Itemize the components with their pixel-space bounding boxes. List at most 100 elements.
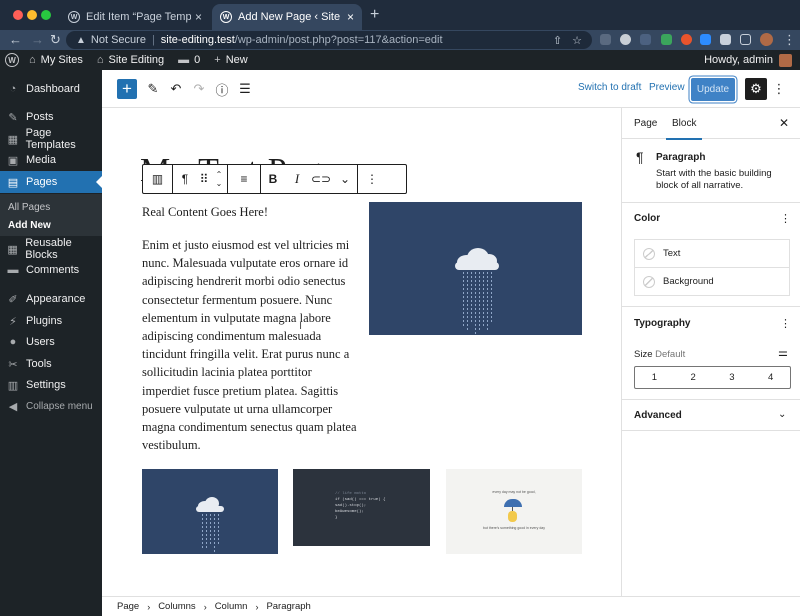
extension-icon[interactable]	[600, 34, 611, 45]
tab-close-icon[interactable]: ×	[347, 10, 354, 24]
undo-button[interactable]: ↶	[166, 79, 186, 99]
gallery-image-rain-cloud[interactable]	[142, 469, 278, 554]
block-name: Paragraph	[656, 152, 706, 163]
browser-profile-avatar[interactable]	[760, 33, 773, 46]
align-button[interactable]: ≡	[228, 165, 260, 193]
reload-icon[interactable]: ↻	[50, 32, 61, 48]
sidebar-item-comments[interactable]: ▬ Comments	[0, 259, 102, 281]
color-text-option[interactable]: Text	[634, 239, 790, 268]
settings-button[interactable]: ⚙	[745, 78, 767, 100]
sidebar-item-tools[interactable]: ✂ Tools	[0, 353, 102, 375]
share-icon[interactable]: ⇧	[553, 34, 562, 47]
close-settings-icon[interactable]: ✕	[779, 116, 789, 130]
browser-menu-icon[interactable]: ⋮	[783, 32, 796, 48]
color-background-option[interactable]: Background	[634, 267, 790, 296]
zoom-window-button[interactable]	[41, 10, 51, 20]
sidebar-item-reusable-blocks[interactable]: ▦ Reusable Blocks	[0, 237, 102, 261]
tab-close-icon[interactable]: ×	[195, 10, 202, 24]
sidebar-item-plugins[interactable]: ⚡ Plugins	[0, 310, 102, 332]
font-size-option[interactable]: 4	[751, 367, 790, 388]
redo-button[interactable]: ↷	[189, 79, 209, 99]
link-button[interactable]: ⊂⊃	[309, 165, 333, 193]
paragraph-block-selected[interactable]: Enim et justo eiusmod est vel ultricies …	[142, 236, 362, 454]
more-formats-button[interactable]: ⌄	[333, 165, 357, 193]
collapse-menu-button[interactable]: ◀ Collapse menu	[0, 395, 102, 417]
submenu-add-new[interactable]: Add New	[8, 220, 51, 231]
gallery-image-code-motto[interactable]: // life motto if (sad() === true) { sad(…	[293, 469, 430, 546]
update-button[interactable]: Update	[691, 78, 735, 101]
new-content-link[interactable]: + New	[214, 54, 247, 66]
info-icon: ⓘ	[215, 82, 229, 98]
drag-handle[interactable]: ⠿	[197, 165, 211, 193]
move-up-icon[interactable]: ⌃	[216, 170, 223, 179]
sidebar-item-users[interactable]: ● Users	[0, 331, 102, 353]
block-type-button[interactable]: ¶	[173, 165, 197, 193]
tab-title: Add New Page ‹ Site Editing —	[238, 11, 343, 23]
list-view-button[interactable]: ☰	[235, 79, 255, 99]
minimize-window-button[interactable]	[27, 10, 37, 20]
sidebar-item-settings[interactable]: ▥ Settings	[0, 374, 102, 396]
sites-icon: ⌂	[29, 54, 36, 66]
extension-icon[interactable]	[620, 34, 631, 45]
sidebar-item-dashboard[interactable]: ◔ Dashboard	[0, 78, 102, 100]
back-arrow-icon[interactable]: ←	[9, 32, 22, 47]
block-options-button[interactable]: ⋮	[358, 165, 386, 193]
comments-link[interactable]: ▬ 0	[178, 54, 200, 66]
browser-tab-add-new-page[interactable]: W Add New Page ‹ Site Editing — ×	[212, 4, 362, 30]
font-size-option[interactable]: 2	[674, 367, 713, 388]
sidebar-item-posts[interactable]: ✎ Posts	[0, 106, 102, 128]
pin-icon: ✎	[8, 111, 18, 124]
advanced-panel[interactable]: Advanced	[622, 400, 800, 431]
color-options-icon[interactable]: ⋮	[780, 212, 791, 225]
move-down-icon[interactable]: ⌄	[216, 179, 223, 188]
bookmark-star-icon[interactable]: ☆	[572, 34, 582, 47]
select-parent-button[interactable]: ▥	[143, 165, 172, 193]
address-bar[interactable]: ▲ Not Secure | site-editing.test /wp-adm…	[66, 31, 592, 49]
account-menu[interactable]: Howdy, admin	[704, 53, 792, 67]
browser-tab-edit-item[interactable]: W Edit Item “Page Template 1” ‹ Si ×	[60, 4, 210, 30]
paragraph-block[interactable]: Real Content Goes Here!	[142, 205, 268, 220]
preview-button[interactable]: Preview	[649, 82, 685, 93]
image-block-rain-cloud[interactable]	[369, 202, 582, 335]
sidebar-item-page-templates[interactable]: ▦ Page Templates	[0, 127, 102, 151]
site-name-link[interactable]: ⌂ Site Editing	[97, 54, 164, 66]
submenu-all-pages[interactable]: All Pages	[8, 202, 50, 213]
italic-button[interactable]: I	[285, 165, 309, 193]
wordpress-logo-icon[interactable]: W	[5, 53, 19, 67]
sidebar-toggle-icon[interactable]	[740, 34, 751, 45]
bold-button[interactable]: B	[261, 165, 285, 193]
custom-size-toggle-icon[interactable]: ⚌	[778, 346, 788, 359]
font-size-option[interactable]: 1	[635, 367, 674, 388]
puzzle-icon[interactable]	[720, 34, 731, 45]
gallery-image-umbrella[interactable]: every day may not be good, but there's s…	[446, 469, 582, 554]
details-button[interactable]: ⓘ	[212, 79, 232, 99]
close-window-button[interactable]	[13, 10, 23, 20]
sidebar-item-media[interactable]: ▣ Media	[0, 149, 102, 171]
chevron-down-icon[interactable]: ⌄	[778, 409, 786, 420]
extension-icon[interactable]	[681, 34, 692, 45]
sidebar-item-appearance[interactable]: ✐ Appearance	[0, 288, 102, 310]
columns-icon: ▥	[151, 172, 164, 186]
font-size-option[interactable]: 3	[713, 367, 752, 388]
character-icon	[508, 511, 517, 522]
forward-arrow-icon[interactable]: →	[31, 32, 44, 47]
my-sites-link[interactable]: ⌂ My Sites	[29, 54, 83, 66]
extension-icon[interactable]	[661, 34, 672, 45]
options-menu-button[interactable]: ⋮	[773, 79, 786, 99]
typography-options-icon[interactable]: ⋮	[780, 317, 791, 330]
browser-tabbar: W Edit Item “Page Template 1” ‹ Si × W A…	[0, 0, 800, 30]
breadcrumb-page[interactable]: Page	[117, 601, 139, 612]
extension-icon[interactable]	[700, 34, 711, 45]
breadcrumb-column[interactable]: Column	[215, 601, 248, 612]
block-inserter-button[interactable]: +	[117, 79, 137, 99]
switch-to-draft-button[interactable]: Switch to draft	[578, 82, 641, 93]
warning-icon: ▲	[76, 34, 86, 46]
extension-icon[interactable]	[640, 34, 651, 45]
new-tab-button[interactable]: +	[370, 6, 379, 24]
breadcrumb-columns[interactable]: Columns	[158, 601, 196, 612]
tools-button[interactable]: ✎	[143, 79, 163, 99]
tab-page[interactable]: Page	[634, 118, 657, 129]
tab-block[interactable]: Block	[665, 118, 704, 140]
sidebar-item-pages[interactable]: ▤ Pages	[0, 171, 102, 193]
editor-canvas[interactable]: My Test Page ▥ ¶ ⠿ ⌃ ⌄ ≡ B	[102, 108, 621, 596]
